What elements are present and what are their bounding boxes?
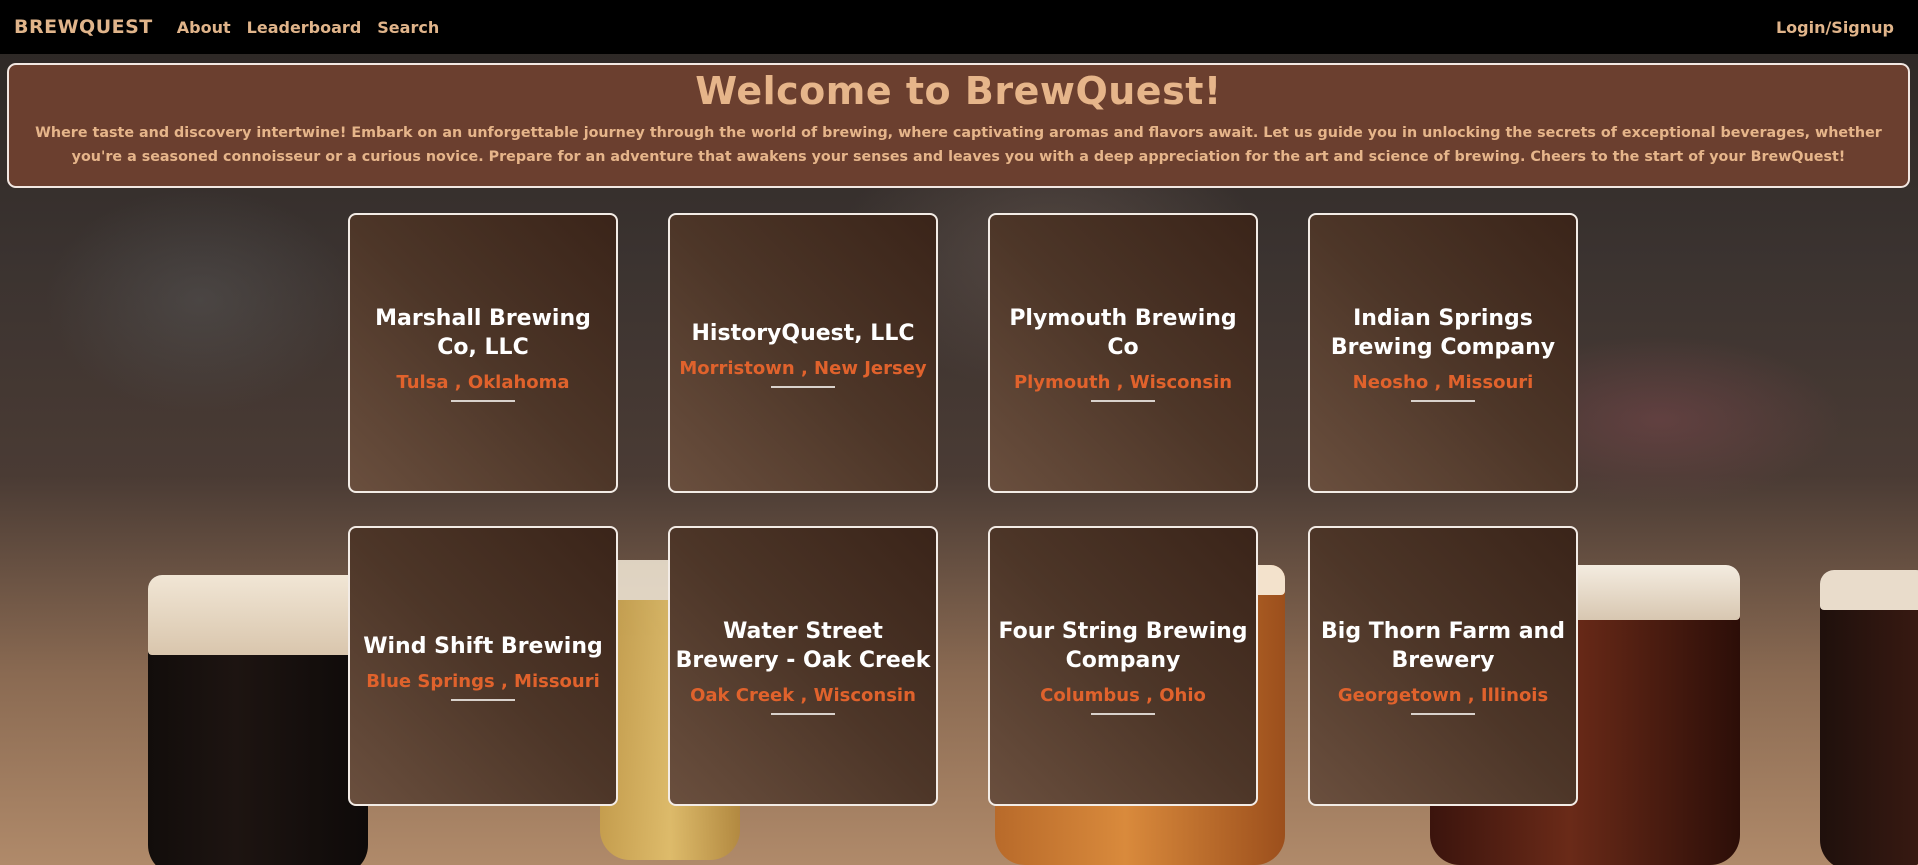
brewery-location: Tulsa , Oklahoma [396, 372, 570, 393]
brewery-location: Plymouth , Wisconsin [1013, 372, 1233, 393]
brewery-card[interactable]: Big Thorn Farm and Brewery Georgetown , … [1308, 526, 1578, 806]
brand-logo-link[interactable]: BREWQUEST [14, 16, 153, 38]
brewery-name: Marshall Brewing Co, LLC [375, 306, 591, 360]
brewery-grid: Marshall Brewing Co, LLC Tulsa , Oklahom… [348, 213, 1578, 806]
nav-link-about[interactable]: About [177, 18, 231, 37]
card-divider [1411, 713, 1475, 715]
brewery-name: Plymouth Brewing Co [1009, 306, 1237, 360]
brewery-location: Neosho , Missouri [1352, 372, 1534, 393]
card-divider [771, 713, 835, 715]
nav-link-search[interactable]: Search [377, 18, 439, 37]
brewery-card[interactable]: Water Street Brewery - Oak Creek Oak Cre… [668, 526, 938, 806]
card-divider [1411, 400, 1475, 402]
brewery-name: Water Street Brewery - Oak Creek [675, 619, 931, 673]
brewery-name: Wind Shift Brewing [363, 633, 603, 659]
brewery-location: Oak Creek , Wisconsin [690, 685, 916, 706]
card-divider [1091, 713, 1155, 715]
welcome-banner: Welcome to BrewQuest! Where taste and di… [7, 63, 1910, 188]
brewery-name: Four String Brewing Company [998, 619, 1248, 673]
brewery-card[interactable]: Indian Springs Brewing Company Neosho , … [1308, 213, 1578, 493]
brewery-card[interactable]: HistoryQuest, LLC Morristown , New Jerse… [668, 213, 938, 493]
dark-beer-glass [148, 575, 368, 865]
edge-beer-glass [1820, 570, 1918, 865]
brewery-card[interactable]: Wind Shift Brewing Blue Springs , Missou… [348, 526, 618, 806]
card-divider [451, 400, 515, 402]
login-signup-link[interactable]: Login/Signup [1776, 18, 1894, 37]
welcome-title: Welcome to BrewQuest! [695, 69, 1222, 113]
card-divider [451, 698, 515, 701]
brewery-card[interactable]: Four String Brewing Company Columbus , O… [988, 526, 1258, 806]
brewery-name: HistoryQuest, LLC [691, 320, 915, 346]
card-divider [771, 385, 835, 388]
brewery-name: Big Thorn Farm and Brewery [1321, 619, 1565, 673]
card-divider [1091, 400, 1155, 402]
brewery-name: Indian Springs Brewing Company [1330, 306, 1556, 360]
brewery-location: Morristown , New Jersey [679, 357, 927, 379]
navbar: BREWQUEST About Leaderboard Search Login… [0, 0, 1918, 54]
welcome-text: Where taste and discovery intertwine! Em… [35, 125, 1882, 165]
brewery-location: Georgetown , Illinois [1337, 685, 1549, 706]
brewery-card[interactable]: Plymouth Brewing Co Plymouth , Wisconsin [988, 213, 1258, 493]
nav-link-leaderboard[interactable]: Leaderboard [247, 18, 362, 37]
brewery-location: Blue Springs , Missouri [366, 670, 600, 692]
brewery-card[interactable]: Marshall Brewing Co, LLC Tulsa , Oklahom… [348, 213, 618, 493]
brewery-location: Columbus , Ohio [1040, 685, 1206, 706]
